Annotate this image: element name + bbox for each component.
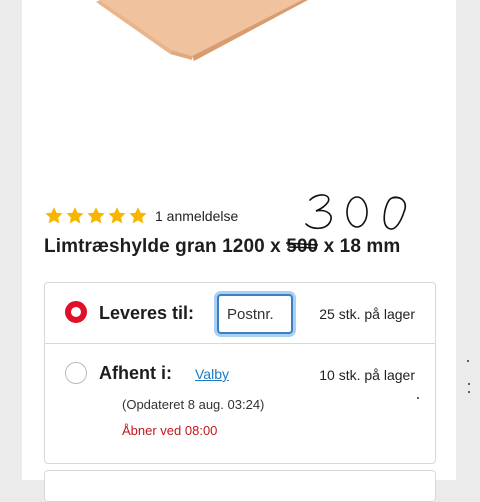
store-link[interactable]: Valby [195,366,229,382]
star-icon [87,207,105,224]
deliver-stock: 25 stk. på lager [319,306,415,322]
star-icon [45,207,63,224]
scribble-mark [286,242,319,249]
product-card: 1 anmeldelse Limtræshylde gran 1200 x 50… [22,0,456,502]
dot-mark [417,397,419,399]
dot-mark [468,391,470,393]
star-icon [66,207,84,224]
pickup-label: Afhent i: [99,363,172,383]
updated-timestamp: (Opdateret 8 aug. 03:24) [122,397,265,412]
star-icon [108,207,126,224]
pickup-stock: 10 stk. på lager [319,367,415,383]
next-section-box [44,470,436,502]
review-count-link[interactable]: 1 anmeldelse [155,208,238,224]
dot-mark [467,360,469,362]
deliver-radio[interactable] [65,301,87,323]
handwritten-note [305,194,407,230]
title-text: Limtræshylde gran 1200 x [44,236,287,257]
pickup-radio[interactable] [65,362,87,384]
struck-dimension: 500 [286,236,319,257]
postnr-input[interactable] [217,294,293,334]
divider [45,343,435,344]
title-text-end: x 18 mm [318,236,401,257]
rating-row: 1 anmeldelse [44,206,238,226]
delivery-options: Leveres til: 25 stk. på lager Afhent i: … [44,282,436,464]
opening-time: Åbner ved 08:00 [122,423,218,438]
product-title: Limtræshylde gran 1200 x 500 x 18 mm [44,236,400,258]
star-icon [129,207,147,224]
product-image [96,0,308,61]
dot-mark [468,383,470,385]
deliver-label: Leveres til: [99,303,195,323]
